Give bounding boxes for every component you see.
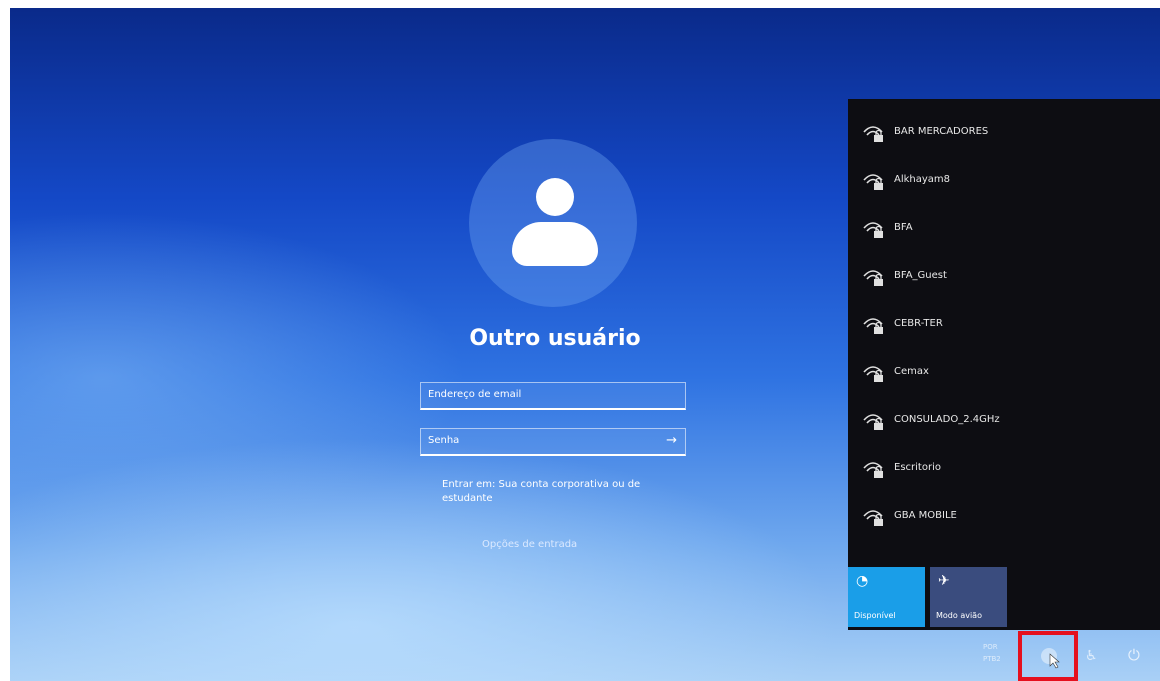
signin-options-link[interactable]: Opções de entrada — [482, 539, 632, 550]
network-name: CEBR-TER — [894, 318, 943, 329]
wifi-icon: ◔ — [856, 573, 869, 589]
password-placeholder: Senha — [428, 435, 460, 446]
network-name: Cemax — [894, 366, 929, 377]
signin-hint: Entrar em: Sua conta corporativa ou de e… — [442, 479, 641, 504]
wifi-secured-icon — [862, 121, 886, 145]
user-name: Outro usuário — [469, 326, 641, 351]
language-line-1: POR — [983, 643, 998, 651]
airplane-icon: ✈ — [938, 573, 950, 589]
network-icon-highlight — [1018, 631, 1078, 681]
network-item[interactable]: Cemax — [862, 361, 1152, 385]
wifi-secured-icon — [862, 265, 886, 289]
airplane-mode-tile[interactable]: ✈ Modo avião — [930, 567, 1007, 627]
user-avatar-head — [536, 178, 574, 216]
network-name: BFA_Guest — [894, 270, 947, 281]
user-avatar-body — [512, 222, 598, 266]
network-name: Alkhayam8 — [894, 174, 951, 185]
password-field[interactable]: Senha → — [420, 428, 686, 456]
wifi-secured-icon — [862, 457, 886, 481]
wifi-secured-icon — [862, 505, 886, 529]
network-name: Escritorio — [894, 462, 941, 473]
wifi-network-panel: BAR MERCADORES Alkhayam8 BFA BFA_Guest CEBR-… — [848, 99, 1160, 630]
lock-screen: Outro usuário Endereço de email Senha → … — [10, 8, 1160, 681]
network-name: GBA MOBILE — [894, 510, 957, 521]
wifi-secured-icon — [862, 169, 886, 193]
email-field[interactable]: Endereço de email — [420, 382, 686, 410]
wifi-secured-icon — [862, 409, 886, 433]
wifi-secured-icon — [862, 217, 886, 241]
wifi-secured-icon — [862, 361, 886, 385]
network-item[interactable]: CEBR-TER — [862, 313, 1152, 337]
submit-arrow-icon[interactable]: → — [666, 433, 677, 448]
network-item[interactable]: BFA_Guest — [862, 265, 1152, 289]
email-placeholder: Endereço de email — [428, 389, 522, 400]
wifi-secured-icon — [862, 313, 886, 337]
airplane-tile-label: Modo avião — [936, 611, 982, 620]
network-name: BAR MERCADORES — [894, 126, 989, 137]
network-item[interactable]: GBA MOBILE — [862, 505, 1152, 529]
accessibility-icon[interactable]: ♿ — [1085, 648, 1098, 664]
network-item[interactable]: BFA — [862, 217, 1152, 241]
network-item[interactable]: CONSULADO_2.4GHz — [862, 409, 1152, 433]
network-name: BFA — [894, 222, 913, 233]
network-item[interactable]: BAR MERCADORES — [862, 121, 1152, 145]
wifi-tile-label: Disponível — [854, 611, 896, 620]
wifi-toggle-tile[interactable]: ◔ Disponível — [848, 567, 925, 627]
network-item[interactable]: Escritorio — [862, 457, 1152, 481]
network-name: CONSULADO_2.4GHz — [894, 414, 1000, 425]
keyboard-language[interactable]: POR PTB2 — [983, 641, 1001, 665]
language-line-2: PTB2 — [983, 655, 1001, 663]
network-item[interactable]: Alkhayam8 — [862, 169, 1152, 193]
power-icon[interactable]: ⏻ — [1128, 646, 1140, 664]
